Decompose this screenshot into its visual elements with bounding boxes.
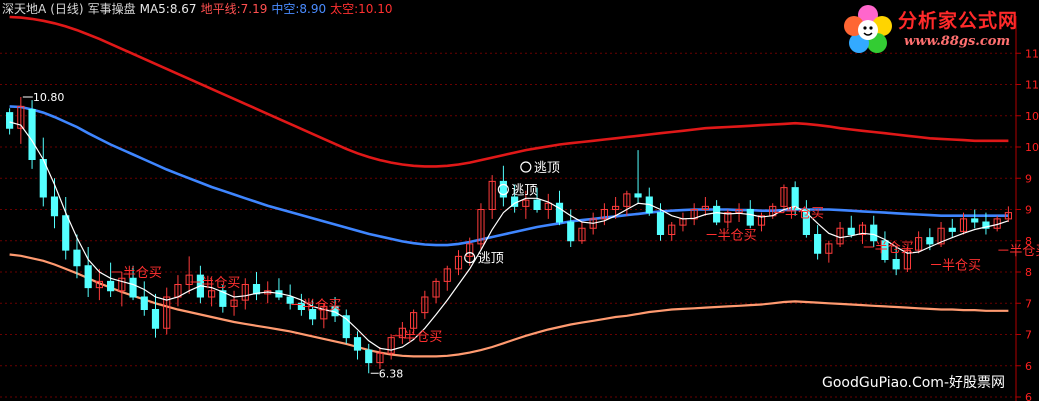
sell-signal-label: 逃顶 xyxy=(478,252,504,267)
top-line-value: 太空:10.10 xyxy=(330,2,393,16)
y-axis-tick-label: 6 xyxy=(1025,360,1032,373)
ma5-value: MA5:8.67 xyxy=(139,2,197,16)
buy-signal-label: 半仓买 xyxy=(403,330,442,345)
buy-signal-label: 半仓买 xyxy=(785,207,824,222)
mid-line-series xyxy=(9,105,1009,247)
candle-body xyxy=(892,259,900,270)
candle-body xyxy=(84,265,92,289)
high-marker-label: 10.80 xyxy=(33,91,64,104)
candle-body xyxy=(926,237,934,245)
candle-body xyxy=(870,224,878,242)
candle-body xyxy=(948,227,956,232)
candle-body xyxy=(656,212,665,235)
candle-body xyxy=(140,296,148,310)
y-axis-tick-label: 10 xyxy=(1025,141,1039,154)
candle-body xyxy=(555,202,564,223)
site-logo: 分析家公式网 www.88gs.com xyxy=(840,2,1036,58)
buy-signal-label: 半仓买 xyxy=(1009,244,1039,259)
flower-icon xyxy=(844,5,892,53)
candle-body xyxy=(73,249,81,267)
candle-body xyxy=(971,218,979,223)
candle-body xyxy=(713,205,721,223)
y-axis-tick-label: 8 xyxy=(1025,266,1032,279)
sell-signal-label: 逃顶 xyxy=(511,184,537,199)
y-axis-tick-label: 9 xyxy=(1025,172,1032,185)
watermark: GoodGuPiao.Com-好股票网 xyxy=(822,375,1005,391)
candle-body xyxy=(365,349,373,364)
low-marker-label: 6.38 xyxy=(379,367,404,380)
candle-body xyxy=(151,309,160,329)
chart-header: 深天地A (日线) 军事操盘 MA5:8.67 地平线:7.19 中空:8.90 太空:10… xyxy=(2,1,397,17)
candle-body xyxy=(634,193,642,198)
candle-body xyxy=(62,215,70,251)
stock-name: 深天地A xyxy=(2,2,47,16)
logo-url: www.88gs.com xyxy=(904,34,1011,49)
buy-signal-label: 半仓买 xyxy=(875,241,914,256)
ma5-series xyxy=(9,121,1009,351)
buy-signal-label: 半仓买 xyxy=(718,229,757,244)
candle-body xyxy=(28,109,36,160)
y-axis-tick-label: 10 xyxy=(1025,110,1039,123)
y-axis-tick-label: 11 xyxy=(1025,79,1039,92)
sell-signal-marker xyxy=(520,161,532,173)
candle-body xyxy=(567,221,575,242)
candle-body xyxy=(50,196,59,217)
candle-body xyxy=(107,280,115,292)
candle-body xyxy=(129,277,137,298)
period-label: (日线) xyxy=(50,2,84,16)
candle-body xyxy=(6,112,14,129)
candle-body xyxy=(746,209,754,226)
buy-signal-label: 半仓买 xyxy=(123,266,162,281)
candle-body xyxy=(847,227,855,235)
buy-signal-label: 半仓买 xyxy=(302,299,341,314)
sell-signal-label: 逃顶 xyxy=(534,161,560,176)
candle-body xyxy=(533,199,541,210)
candle-body xyxy=(814,234,822,254)
y-axis-tick-label: 7 xyxy=(1025,297,1032,310)
y-axis-tick-label: 6 xyxy=(1025,391,1032,401)
y-axis-tick-label: 7 xyxy=(1025,329,1032,342)
candle-body xyxy=(286,296,294,304)
indicator-name: 军事操盘 xyxy=(87,2,136,16)
buy-signal-label: 半仓买 xyxy=(942,259,981,274)
buy-signal-label: 半仓买 xyxy=(201,276,240,291)
candle-body xyxy=(353,337,362,351)
logo-title: 分析家公式网 xyxy=(898,10,1019,32)
ground-line-value: 地平线:7.19 xyxy=(200,2,268,16)
candlestick-chart: 667788991010111110.806.38逃顶逃顶逃顶半仓买半仓买半仓买… xyxy=(0,15,1039,401)
y-axis-tick-label: 9 xyxy=(1025,204,1032,217)
mid-line-value: 中空:8.90 xyxy=(271,2,327,16)
